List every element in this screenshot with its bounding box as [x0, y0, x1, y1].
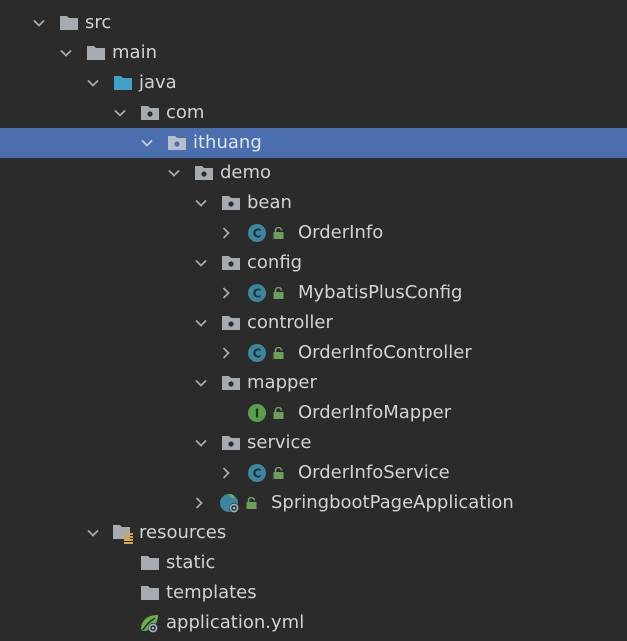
package-icon: [220, 312, 242, 334]
tree-label: OrderInfoService: [298, 462, 450, 483]
tree-label: MybatisPlusConfig: [298, 282, 463, 303]
chevron-right-icon[interactable]: [219, 226, 233, 240]
class-icon-letter: C: [253, 227, 262, 241]
package-icon: [220, 252, 242, 274]
tree-label: src: [85, 12, 112, 33]
tree-label: OrderInfoMapper: [298, 402, 452, 423]
interface-icon-letter: I: [255, 407, 259, 421]
lock-icon: [273, 227, 284, 239]
tree-label: templates: [166, 582, 257, 603]
spring-config-icon: [138, 612, 160, 634]
tree-label: bean: [247, 192, 292, 213]
tree-row-resources[interactable]: resources: [0, 518, 627, 548]
lock-icon: [273, 407, 284, 419]
package-icon: [220, 372, 242, 394]
tree-row-demo[interactable]: demo: [0, 158, 627, 188]
folder-icon: [139, 552, 161, 574]
tree-row-controller[interactable]: controller: [0, 308, 627, 338]
class-icon: C: [246, 222, 268, 244]
tree-label: demo: [220, 162, 272, 183]
class-icon-letter: C: [253, 467, 262, 481]
tree-row-order-info-service[interactable]: C OrderInfoService: [0, 458, 627, 488]
tree-label: config: [247, 252, 303, 273]
lock-icon: [273, 347, 284, 359]
folder-icon: [58, 0, 80, 4]
chevron-down-icon[interactable]: [140, 136, 154, 150]
package-icon: [220, 432, 242, 454]
chevron-right-icon[interactable]: [192, 496, 206, 510]
tree-row-order-info[interactable]: C OrderInfo: [0, 218, 627, 248]
tree-label: mapper: [247, 372, 317, 393]
chevron-down-icon[interactable]: [113, 106, 127, 120]
lock-icon: [246, 497, 257, 509]
tree-row-static[interactable]: static: [0, 548, 627, 578]
chevron-right-icon[interactable]: [219, 346, 233, 360]
chevron-down-icon[interactable]: [86, 76, 100, 90]
tree-label: ithuang: [193, 132, 262, 153]
class-icon: C: [246, 342, 268, 364]
tree-label: java: [139, 72, 177, 93]
tree-row-java[interactable]: java: [0, 68, 627, 98]
tree-label: resources: [139, 522, 227, 543]
chevron-down-icon[interactable]: [32, 16, 46, 30]
chevron-right-icon[interactable]: [219, 466, 233, 480]
chevron-right-icon[interactable]: [219, 286, 233, 300]
resources-folder-icon: [112, 522, 134, 544]
tree-row-order-info-controller[interactable]: C OrderInfoController: [0, 338, 627, 368]
tree-row-mybatis-plus-config[interactable]: C MybatisPlusConfig: [0, 278, 627, 308]
package-icon: [220, 192, 242, 214]
class-icon: C: [246, 462, 268, 484]
tree-row-mapper[interactable]: mapper: [0, 368, 627, 398]
chevron-down-icon[interactable]: [194, 316, 208, 330]
tree-label: application.yml: [166, 612, 305, 633]
tree-row-src[interactable]: src: [0, 8, 627, 38]
package-icon: [139, 102, 161, 124]
tree-label: main: [112, 42, 157, 63]
chevron-down-icon[interactable]: [194, 436, 208, 450]
tree-label: static: [166, 552, 216, 573]
chevron-down-icon[interactable]: [59, 46, 73, 60]
folder-icon: [85, 42, 107, 64]
chevron-down-icon[interactable]: [194, 256, 208, 270]
interface-icon: I: [246, 402, 268, 424]
chevron-down-icon[interactable]: [167, 166, 181, 180]
project-tree: src main java com ithuang demo bean C Or…: [0, 0, 627, 641]
lock-icon: [273, 467, 284, 479]
tree-row-com[interactable]: com: [0, 98, 627, 128]
tree-row-bean[interactable]: bean: [0, 188, 627, 218]
tree-row-main[interactable]: main: [0, 38, 627, 68]
class-icon: C: [246, 282, 268, 304]
tree-label: service: [247, 432, 312, 453]
folder-icon: [139, 582, 161, 604]
tree-row-service[interactable]: service: [0, 428, 627, 458]
tree-row-order-info-mapper[interactable]: I OrderInfoMapper: [0, 398, 627, 428]
tree-row-springboot-application[interactable]: SpringbootPageApplication: [0, 488, 627, 518]
lock-icon: [273, 287, 284, 299]
tree-label: controller: [247, 312, 333, 333]
spring-boot-application-icon: [219, 492, 241, 514]
chevron-down-icon[interactable]: [86, 526, 100, 540]
tree-label: OrderInfo: [298, 222, 384, 243]
chevron-down-icon[interactable]: [194, 196, 208, 210]
tree-label: com: [166, 102, 205, 123]
class-icon-letter: C: [253, 347, 262, 361]
tree-row-parent-cut[interactable]: [0, 0, 627, 8]
chevron-down-icon[interactable]: [194, 376, 208, 390]
tree-label: SpringbootPageApplication: [271, 492, 514, 513]
package-icon: [166, 132, 188, 154]
folder-icon: [58, 12, 80, 34]
tree-row-templates[interactable]: templates: [0, 578, 627, 608]
tree-row-ithuang[interactable]: ithuang: [0, 128, 627, 158]
package-icon: [193, 162, 215, 184]
tree-row-config[interactable]: config: [0, 248, 627, 278]
class-icon-letter: C: [253, 287, 262, 301]
source-folder-icon: [112, 72, 134, 94]
tree-row-application-yml[interactable]: application.yml: [0, 608, 627, 638]
tree-label: OrderInfoController: [298, 342, 472, 363]
